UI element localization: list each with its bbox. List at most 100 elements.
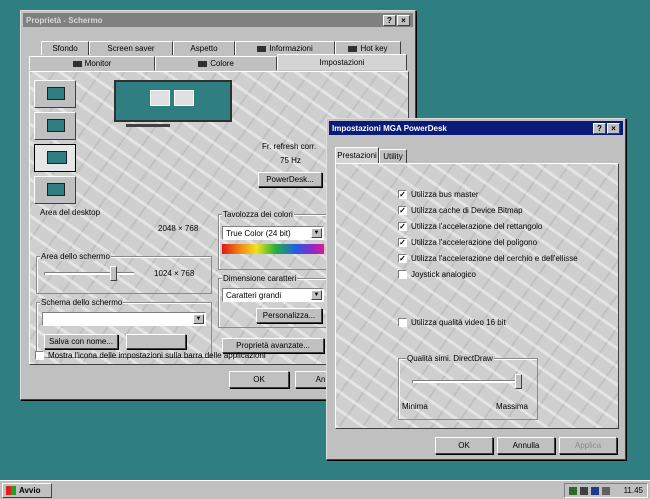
screen-area-slider[interactable] [44, 272, 134, 275]
directdraw-quality-slider-thumb[interactable] [515, 374, 522, 389]
directdraw-quality-slider[interactable] [412, 380, 522, 383]
mga-tray-icon[interactable] [602, 486, 610, 495]
chevron-down-icon[interactable]: ▼ [311, 290, 322, 300]
chevron-down-icon[interactable]: ▼ [193, 314, 204, 324]
ok-button[interactable]: OK [435, 437, 493, 454]
apply-button: Applica [559, 437, 617, 454]
option-checkbox[interactable]: ✓ [398, 190, 407, 199]
color-palette-group [218, 214, 328, 270]
option-label: Utilizza l'accelerazione del poligono [411, 238, 538, 247]
start-button[interactable]: Avvio [2, 483, 52, 498]
mga-powerdesk-window: Impostazioni MGA PowerDesk ? × Prestazio… [326, 118, 626, 460]
video-quality-checkbox[interactable] [398, 318, 407, 327]
option-checkbox[interactable] [398, 270, 407, 279]
option-label: Utilizza l'accelerazione del rettangolo [411, 222, 543, 231]
tab-hot-key[interactable]: Hot key [335, 41, 401, 55]
mga-icon [72, 60, 82, 67]
windows-logo-icon [6, 486, 16, 495]
monitor-layout-4[interactable] [34, 176, 76, 204]
delete-scheme-button [126, 334, 186, 349]
option-row[interactable]: Joystick analogico [398, 270, 476, 279]
font-size-label: Dimensione caratteri [222, 274, 298, 283]
monitor-stand [126, 124, 170, 127]
monitor-preview [114, 80, 232, 122]
screen-scheme-select[interactable]: ▼ [42, 312, 206, 326]
option-checkbox[interactable]: ✓ [398, 254, 407, 263]
mga-icon [257, 45, 267, 52]
video-quality-option-row[interactable]: Utilizza qualità video 16 bit [398, 318, 506, 327]
screen-scheme-label: Schema dello schermo [40, 298, 124, 307]
screen-2-icon [174, 90, 194, 106]
directdraw-quality-label: Qualità simi. DirectDraw [406, 354, 494, 363]
cancel-button[interactable]: Annulla [497, 437, 555, 454]
monitor-layout-2[interactable] [34, 112, 76, 140]
option-label: Utilizza cache di Device Bitmap [411, 206, 523, 215]
option-label: Utilizza l'accelerazione del cerchio e d… [411, 254, 578, 263]
tab-monitor[interactable]: Monitor [29, 56, 155, 70]
chevron-down-icon[interactable]: ▼ [311, 228, 322, 238]
tab-impostazioni[interactable]: Impostazioni [277, 54, 407, 70]
mga-icon [198, 60, 208, 67]
monitor-icon [47, 119, 65, 132]
show-icon-checkbox[interactable] [35, 351, 44, 360]
monitor-layout-1[interactable] [34, 80, 76, 108]
desktop-area-value: 2048 × 768 [158, 224, 199, 233]
monitor-icon [47, 87, 65, 100]
taskbar: Avvio 11.45 [0, 480, 650, 499]
screen-area-slider-thumb[interactable] [110, 266, 118, 281]
option-label: Joystick analogico [411, 270, 476, 279]
tab-prestazioni[interactable]: Prestazioni [335, 147, 379, 163]
tab-sfondo[interactable]: Sfondo [41, 41, 89, 55]
option-row[interactable]: ✓ Utilizza cache di Device Bitmap [398, 206, 523, 215]
color-palette-select[interactable]: True Color (24 bit) ▼ [222, 226, 324, 240]
tab-aspetto[interactable]: Aspetto [173, 41, 235, 55]
help-button[interactable]: ? [593, 122, 606, 134]
show-icon-checkbox-label: Mostra l'icona delle impostazioni sulla … [48, 351, 266, 360]
option-checkbox[interactable]: ✓ [398, 238, 407, 247]
monitor-layout-3[interactable] [34, 144, 76, 172]
mga-tab-row: Prestazioni Utility [335, 147, 407, 163]
close-button[interactable]: × [607, 122, 620, 134]
screen-scheme-group [36, 302, 212, 358]
mga-powerdesk-titlebar[interactable]: Impostazioni MGA PowerDesk ? × [329, 121, 623, 135]
screen-1-icon [150, 90, 170, 106]
option-checkbox[interactable]: ✓ [398, 222, 407, 231]
quality-min-label: Minima [402, 402, 428, 411]
tab-row-front: Monitor Colore Impostazioni [29, 54, 407, 70]
start-label: Avvio [19, 486, 41, 495]
option-label: Utilizza bus master [411, 190, 479, 199]
close-button[interactable]: × [397, 14, 410, 26]
help-button[interactable]: ? [383, 14, 396, 26]
tab-informazioni[interactable]: Informazioni [235, 41, 335, 55]
option-row[interactable]: ✓ Utilizza bus master [398, 190, 479, 199]
option-row[interactable]: ✓ Utilizza l'accelerazione del cerchio e… [398, 254, 578, 263]
font-size-select[interactable]: Caratteri grandi ▼ [222, 288, 324, 302]
color-palette-value: True Color (24 bit) [226, 229, 291, 238]
display-icon[interactable] [591, 486, 599, 495]
tab-screen-saver[interactable]: Screen saver [89, 41, 173, 55]
screen-area-label: Area dello schermo [40, 252, 111, 261]
customize-button[interactable]: Personalizza... [256, 308, 322, 323]
performance-panel: ✓ Utilizza bus master ✓ Utilizza cache d… [335, 163, 619, 429]
tab-utility[interactable]: Utility [379, 149, 407, 163]
ok-button[interactable]: OK [229, 371, 289, 388]
display-properties-titlebar[interactable]: Proprietà - Schermo ? × [23, 13, 413, 27]
option-row[interactable]: ✓ Utilizza l'accelerazione del poligono [398, 238, 537, 247]
show-icon-checkbox-row[interactable]: Mostra l'icona delle impostazioni sulla … [35, 351, 266, 360]
volume-icon[interactable] [580, 486, 588, 495]
network-icon[interactable] [569, 486, 577, 495]
powerdesk-button[interactable]: PowerDesk... [258, 172, 322, 187]
option-checkbox[interactable]: ✓ [398, 206, 407, 215]
mga-powerdesk-title: Impostazioni MGA PowerDesk [332, 123, 447, 133]
save-as-button[interactable]: Salva con nome... [44, 334, 118, 349]
quality-max-label: Massima [496, 402, 529, 411]
tab-colore[interactable]: Colore [155, 56, 277, 70]
display-properties-title: Proprietà - Schermo [26, 15, 103, 25]
monitor-icon [47, 151, 67, 164]
clock: 11.45 [623, 486, 643, 495]
tab-row-back: Sfondo Screen saver Aspetto Informazioni… [41, 41, 401, 55]
color-spectrum-bar [222, 244, 324, 254]
video-quality-label: Utilizza qualità video 16 bit [411, 318, 506, 327]
option-row[interactable]: ✓ Utilizza l'accelerazione del rettangol… [398, 222, 542, 231]
refresh-rate-value: 75 Hz [280, 156, 301, 165]
